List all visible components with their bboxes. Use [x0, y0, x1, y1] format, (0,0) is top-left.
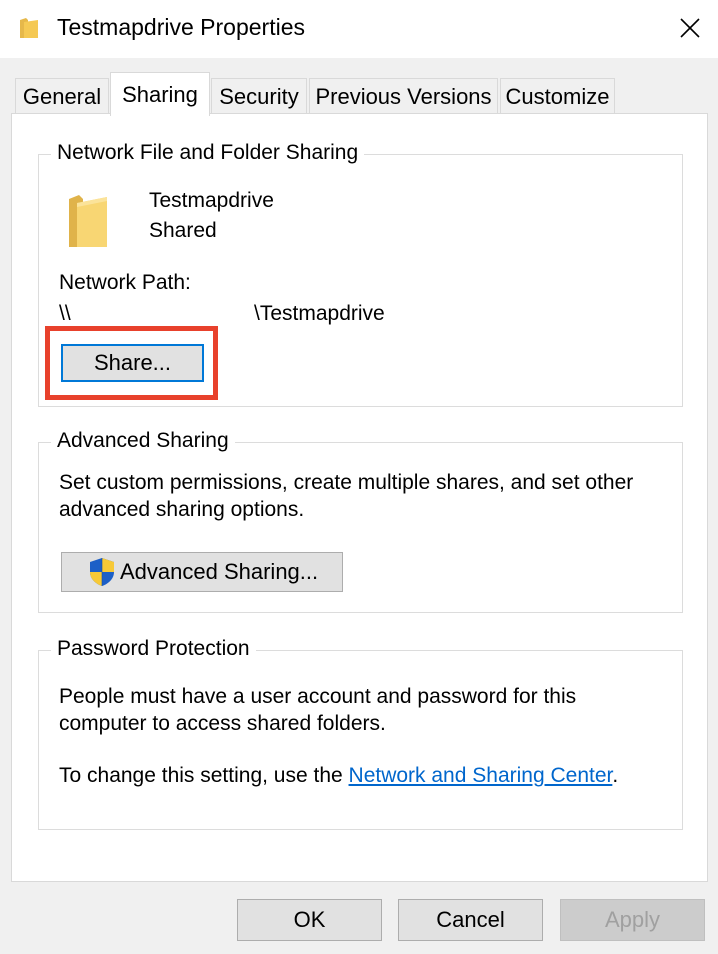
advanced-sharing-description-line2: advanced sharing options. [59, 498, 305, 521]
network-sharing-center-link[interactable]: Network and Sharing Center [349, 764, 613, 787]
share-status: Shared [149, 219, 217, 242]
advanced-sharing-button-label: Advanced Sharing... [120, 559, 319, 584]
tab-security[interactable]: Security [211, 78, 307, 114]
window-title: Testmapdrive Properties [57, 14, 305, 40]
password-protection-line3-suffix: . [612, 764, 619, 787]
network-path-label: Network Path: [59, 271, 191, 294]
close-icon [680, 18, 700, 38]
password-protection-line2: computer to access shared folders. [59, 712, 386, 735]
network-path-suffix: \Testmapdrive [254, 302, 385, 325]
ok-button[interactable]: OK [237, 899, 382, 941]
tab-general[interactable]: General [15, 78, 109, 114]
advanced-sharing-button[interactable]: Advanced Sharing... [61, 552, 343, 592]
redacted-hostname [86, 300, 252, 324]
share-button[interactable]: Share... [61, 344, 204, 382]
password-protection-line1: People must have a user account and pass… [59, 685, 577, 708]
title-bar: Testmapdrive Properties [0, 0, 718, 58]
password-protection-line3-prefix: To change this setting, use the [59, 764, 349, 787]
advanced-sharing-legend: Advanced Sharing [51, 429, 235, 453]
network-path-prefix: \\ [59, 302, 71, 325]
tab-sharing[interactable]: Sharing [110, 72, 210, 116]
apply-button[interactable]: Apply [560, 899, 705, 941]
network-sharing-group: Network File and Folder Sharing Testmapd… [38, 141, 683, 407]
network-sharing-legend: Network File and Folder Sharing [51, 141, 365, 165]
folder-name: Testmapdrive [149, 189, 274, 212]
sharing-tab-panel: Network File and Folder Sharing Testmapd… [11, 113, 708, 882]
uac-shield-icon [90, 558, 114, 586]
shared-folder-icon [69, 195, 107, 247]
tab-customize[interactable]: Customize [500, 78, 615, 114]
close-button[interactable] [668, 8, 712, 48]
advanced-sharing-group: Advanced Sharing Set custom permissions,… [38, 429, 683, 613]
cancel-button[interactable]: Cancel [398, 899, 543, 941]
password-protection-legend: Password Protection [51, 637, 256, 661]
password-protection-line3: To change this setting, use the Network … [59, 764, 618, 788]
tab-previous-versions[interactable]: Previous Versions [309, 78, 498, 114]
advanced-sharing-description-line1: Set custom permissions, create multiple … [59, 471, 634, 494]
password-protection-group: Password Protection People must have a u… [38, 637, 683, 830]
folder-icon [20, 18, 38, 38]
